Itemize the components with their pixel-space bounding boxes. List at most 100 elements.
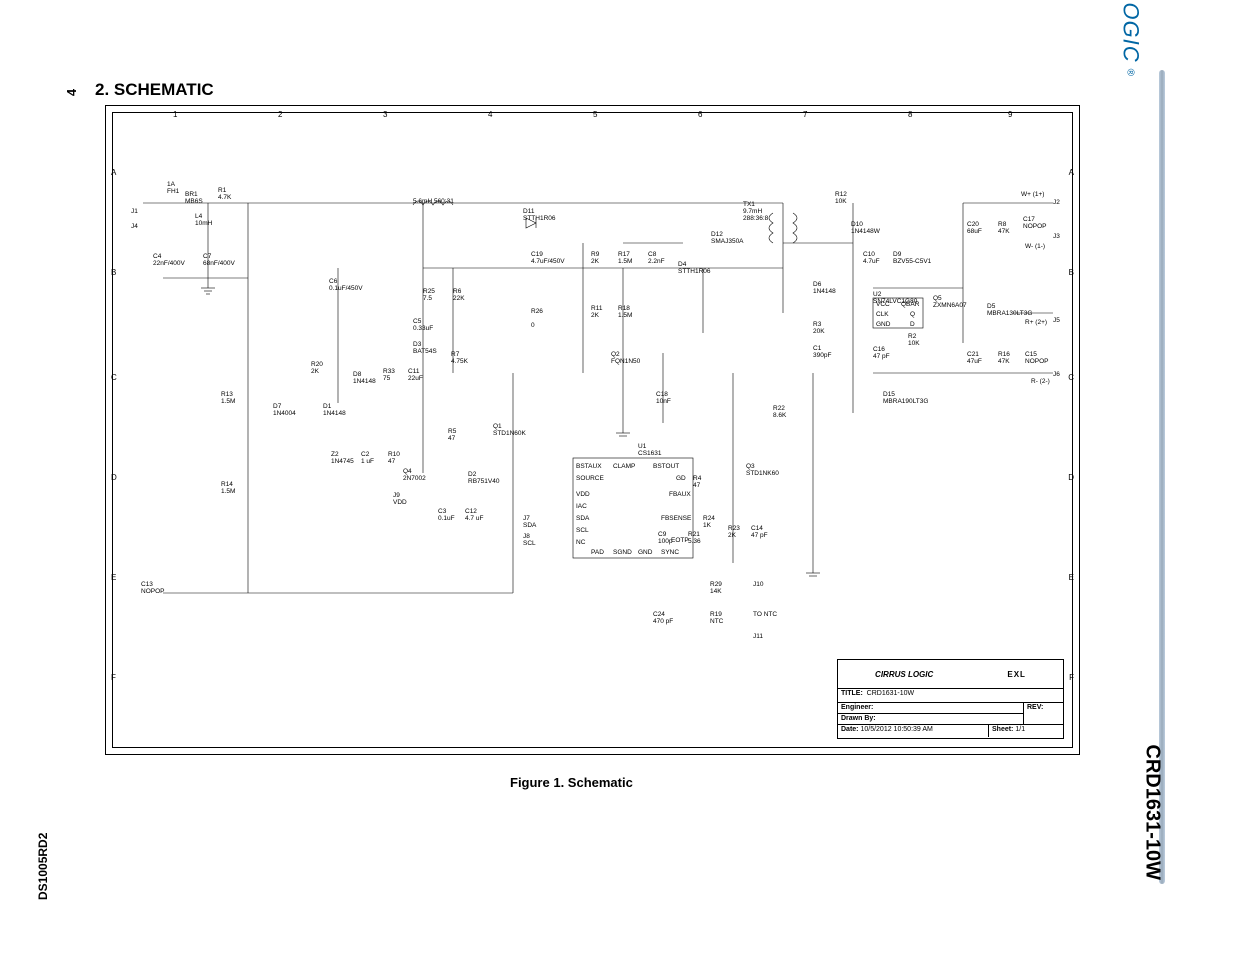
comp-R19: R19NTC — [710, 611, 723, 625]
comp-R2: R210K — [908, 333, 920, 347]
comp-D4: D4STTH1R06 — [678, 261, 711, 275]
u1-gd: GD — [676, 475, 686, 482]
comp-D11: D11STTH1R06 — [523, 208, 556, 222]
comp-R20: R202K — [311, 361, 323, 375]
comp-Z2: Z21N4745 — [331, 451, 354, 465]
section-heading: 2. SCHEMATIC — [95, 80, 214, 100]
comp-FH1: 1AFH1 — [167, 181, 179, 195]
tb-logo1: CIRRUS LOGIC — [875, 670, 933, 679]
comp-R9: R92K — [591, 251, 599, 265]
conn-J5: J5 — [1053, 317, 1060, 324]
comp-C11: C1122uF — [408, 368, 423, 382]
u1-pad: PAD — [591, 549, 604, 556]
comp-D1: D11N4148 — [323, 403, 346, 417]
u1-fbsense: FBSENSE — [661, 515, 691, 522]
comp-C7: C768nF/400V — [203, 253, 235, 267]
comp-R6: R622K — [453, 288, 465, 302]
conn-J2: J2 — [1053, 199, 1060, 206]
u1-eotp: EOTP — [671, 537, 689, 544]
comp-D15: D15MBRA190LT3G — [883, 391, 928, 405]
comp-C19: C194.7uF/450V — [531, 251, 565, 265]
tb-rev: REV: — [1023, 702, 1063, 725]
u1-nc: NC — [576, 539, 585, 546]
comp-C1: C1390pF — [813, 345, 831, 359]
comp-Q5: Q5ZXMN6A07 — [933, 295, 967, 309]
conn-J11: J11 — [753, 633, 763, 640]
comp-C16: C1647 pF — [873, 346, 890, 360]
comp-R23: R232K — [728, 525, 740, 539]
comp-Q2: Q2FQN1N50 — [611, 351, 640, 365]
tb-title: TITLE: CRD1631-10W — [838, 688, 1063, 702]
conn-Wminus: W- (1-) — [1025, 243, 1045, 250]
conn-J3: J3 — [1053, 233, 1060, 240]
u2-q: Q — [910, 311, 915, 318]
comp-C8: C82.2nF — [648, 251, 665, 265]
comp-C10: C104.7uF — [863, 251, 880, 265]
titleblock: CIRRUS LOGIC EXL TITLE: CRD1631-10W Engi… — [837, 659, 1064, 739]
u1-bstaux: BSTAUX — [576, 463, 602, 470]
u2-gnd: GND — [876, 321, 890, 328]
conn-J7: J7SDA — [523, 515, 536, 529]
u1-scl: SCL — [576, 527, 589, 534]
product-number: CRD1631-10W — [1141, 744, 1164, 880]
comp-C17: C17NOPOP — [1023, 216, 1046, 230]
comp-R1: R14.7K — [218, 187, 231, 201]
footer-doc-code: DS1005RD2 — [36, 833, 50, 900]
conn-J4: J4 — [131, 223, 138, 230]
tb-sheet: Sheet: 1/1 — [988, 724, 1063, 737]
u1-source: SOURCE — [576, 475, 604, 482]
u1-iac: IAC — [576, 503, 587, 510]
schematic-frame: 1 2 3 4 5 6 7 8 9 A B C D E F A B C D E … — [105, 105, 1080, 755]
comp-D8: D81N4148 — [353, 371, 376, 385]
comp-D2: D2RB751V40 — [468, 471, 499, 485]
conn-tontc: TO NTC — [753, 611, 777, 618]
u1-bstout: BSTOUT — [653, 463, 679, 470]
schematic-svg — [113, 113, 1073, 749]
conn-J8: J8SCL — [523, 533, 536, 547]
comp-R13: R131.5M — [221, 391, 235, 405]
comp-Q3: Q3STD1NK60 — [746, 463, 779, 477]
u1-sda: SDA — [576, 515, 589, 522]
u1-gnd: GND — [638, 549, 652, 556]
conn-Rminus: R- (2-) — [1031, 378, 1050, 385]
comp-R7: R74.75K — [451, 351, 468, 365]
comp-L4: L410mH — [195, 213, 212, 227]
schematic-inner-frame: 1 2 3 4 5 6 7 8 9 A B C D E F A B C D E … — [112, 112, 1073, 748]
u1-sgnd: SGND — [613, 549, 632, 556]
tb-logo2: EXL — [1007, 670, 1026, 679]
comp-C12: C124.7 uF — [465, 508, 483, 522]
comp-C2: C21 uF — [361, 451, 374, 465]
u2-vcc: VCC — [876, 301, 890, 308]
conn-Rplus: R+ (2+) — [1025, 319, 1047, 326]
comp-R24: R241K — [703, 515, 715, 529]
comp-R11: R112K — [591, 305, 602, 319]
comp-BR1: BR1MB6S — [185, 191, 203, 205]
comp-D7: D71N4004 — [273, 403, 296, 417]
conn-J10: J10 — [753, 581, 763, 588]
comp-D9: D9BZV55-C5V1 — [893, 251, 931, 265]
comp-Q4: Q42N7002 — [403, 468, 426, 482]
brand-reg: ® — [1125, 69, 1136, 76]
comp-R10: R1047 — [388, 451, 400, 465]
comp-R26: R260 — [531, 308, 543, 329]
comp-D6: D61N4148 — [813, 281, 836, 295]
tb-drawn: Drawn By: — [838, 713, 1023, 724]
comp-C24: C24470 pF — [653, 611, 673, 625]
conn-Wplus: W+ (1+) — [1021, 191, 1044, 198]
u2-qbar: QBAR — [901, 301, 919, 308]
comp-R12: R1210K — [835, 191, 847, 205]
page-number: 4 — [64, 89, 79, 96]
comp-C20: C2068uF — [967, 221, 982, 235]
u2-d: D — [910, 321, 915, 328]
brand-logo: CIRRUS LOGIC ® — [1117, 0, 1143, 76]
comp-R16: R1647K — [998, 351, 1010, 365]
brand-text: CIRRUS LOGIC — [1117, 0, 1143, 63]
comp-D3: D3BAT54S — [413, 341, 437, 355]
comp-R22: R228.6K — [773, 405, 786, 419]
comp-R33: R3375 — [383, 368, 395, 382]
comp-C18: C1810nF — [656, 391, 671, 405]
u1-vdd: VDD — [576, 491, 590, 498]
comp-D5: D5MBRA130LT3G — [987, 303, 1032, 317]
comp-D10: D101N4148W — [851, 221, 880, 235]
comp-R18: R181.5M — [618, 305, 632, 319]
